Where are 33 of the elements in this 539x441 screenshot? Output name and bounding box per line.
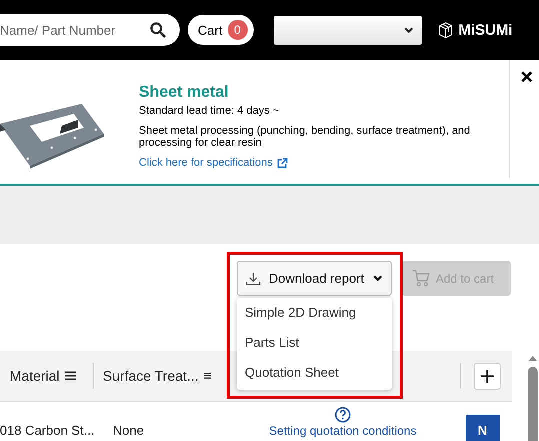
cart-count-badge: 0 [228, 20, 248, 40]
logo-text: MiSUMi [458, 22, 513, 38]
dropdown-select[interactable] [274, 16, 422, 44]
table-cell-text: None [113, 422, 146, 438]
add-column-button[interactable] [474, 362, 501, 390]
column-header: Surface Treat... [103, 368, 199, 384]
plus-icon [481, 370, 494, 382]
cart-button[interactable]: Cart 0 [188, 15, 254, 45]
close-icon[interactable] [521, 71, 533, 83]
download-icon [246, 272, 261, 286]
menu-icon[interactable] [64, 371, 76, 381]
lead-time-text: Standard lead time: 4 days ~ [139, 105, 280, 117]
menu-item[interactable]: Simple 2D Drawing [237, 299, 392, 329]
search-icon[interactable] [150, 22, 166, 38]
chevron-down-icon [404, 26, 414, 34]
external-link-icon [276, 158, 288, 168]
row-action-button[interactable]: N [466, 415, 500, 441]
help-icon[interactable] [335, 407, 351, 423]
specifications-link[interactable]: Click here for specifications [139, 157, 288, 169]
menu-icon[interactable] [204, 371, 211, 381]
menu-item[interactable]: Quotation Sheet [237, 359, 392, 389]
cube-logo-icon [438, 21, 453, 39]
search-field[interactable]: Name/ Part Number [0, 14, 180, 46]
quotation-conditions-link[interactable]: Setting quotation conditions [269, 424, 417, 438]
column-header: Material [10, 368, 60, 384]
menu-item[interactable]: Parts List [237, 329, 392, 359]
table-cell-text: 018 Carbon St... [0, 422, 96, 438]
cart-icon [412, 270, 430, 287]
description-text: Sheet metal processing (punching, bending, surface treatment), and processing for clear resin [139, 125, 472, 149]
banner-title: Sheet metal [139, 84, 230, 102]
search-input[interactable]: Name/ Part Number [0, 22, 150, 38]
download-report-button[interactable]: Download report [237, 261, 392, 296]
chevron-down-icon [373, 275, 383, 282]
